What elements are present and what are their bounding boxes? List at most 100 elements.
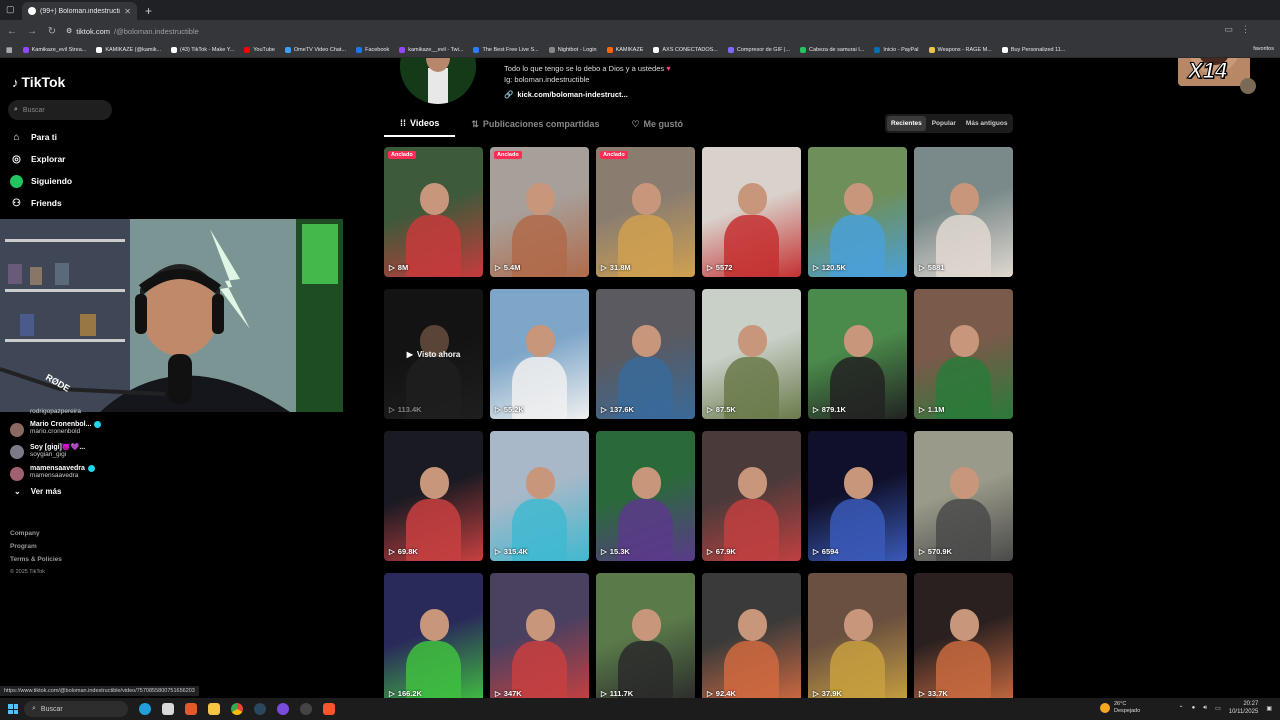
sidebar-item-siguiendo[interactable]: Siguiendo (10, 170, 72, 192)
bookmark-item[interactable]: Buy Personalized 11... (1001, 46, 1065, 53)
edge-icon[interactable] (139, 703, 151, 715)
search-placeholder: Buscar (22, 106, 45, 114)
office-icon[interactable] (185, 703, 197, 715)
video-card[interactable]: ▷ 37.9K (808, 573, 907, 698)
video-card[interactable]: Anclado ▷ 8M (384, 147, 483, 277)
apps-grid-icon[interactable]: ▦ (6, 46, 13, 54)
brave-icon[interactable] (323, 703, 335, 715)
mic-icon[interactable]: ● (1192, 705, 1196, 711)
chrome-icon[interactable] (231, 703, 243, 715)
back-icon[interactable]: ← (6, 26, 18, 37)
thumbnail-person-shape (843, 183, 874, 215)
footer-link-program[interactable]: Program (10, 543, 62, 550)
video-card[interactable]: ▷ 69.8K (384, 431, 483, 561)
bookmark-item[interactable]: Weapons - RAGE M... (928, 46, 992, 53)
browser-tab[interactable]: (99+) Boloman.indestructible (@ ✕ (22, 2, 137, 20)
forward-icon[interactable]: → (26, 26, 38, 37)
folder-icon[interactable] (208, 703, 220, 715)
video-card[interactable]: ▷ 6594 (808, 431, 907, 561)
volume-icon[interactable]: 🔊︎ (1203, 705, 1207, 712)
search-input[interactable]: ⌕ Buscar (8, 100, 112, 120)
bookmark-item[interactable]: KAMIKAZE (606, 46, 643, 53)
video-card[interactable]: ▷ 67.9K (702, 431, 801, 561)
footer-link-terms[interactable]: Terms & Policies (10, 556, 62, 563)
bookmark-item[interactable]: Inicio - PayPal (874, 46, 919, 53)
taskbar-search-input[interactable]: ⌕ Buscar (24, 701, 128, 717)
video-card[interactable]: Anclado ▷ 5.4M (490, 147, 589, 277)
bookmark-item[interactable]: Nightbot - Login (548, 46, 597, 53)
video-card[interactable]: ▷ 87.5K (702, 289, 801, 419)
account-name: mamensaavedra (30, 465, 85, 472)
reload-icon[interactable]: ↻ (46, 26, 58, 37)
tab-liked[interactable]: ♡ Me gustó (615, 114, 699, 137)
bookmark-item[interactable]: OmeTV Video Chat... (284, 46, 346, 53)
tab-list-icon[interactable]: ▢ (6, 4, 15, 15)
sort-popular-button[interactable]: Popular (928, 116, 960, 131)
bookmark-item[interactable]: kamikaze__evil - Twi... (399, 46, 463, 53)
account-username: mamensaavedra (30, 472, 79, 479)
bookmark-item[interactable]: Compresor de GIF |... (727, 46, 790, 53)
profile-link[interactable]: 🔗 kick.com/boloman-indestruct... (504, 90, 628, 99)
menu-dots-icon[interactable]: ⋮ (1241, 24, 1250, 35)
tab-videos[interactable]: ⁞⁞ Videos (384, 114, 456, 137)
network-icon[interactable]: ▭ (1215, 705, 1221, 712)
new-tab-button[interactable]: + (145, 2, 152, 20)
video-card[interactable]: ▷ 55.2K (490, 289, 589, 419)
video-card[interactable]: ▷ 166.2K (384, 573, 483, 698)
video-card[interactable]: ▷ 137.6K (596, 289, 695, 419)
bookmark-item[interactable]: (43) TikTok - Make Y... (171, 46, 234, 53)
tiktok-logo[interactable]: ♪ TikTok (12, 74, 65, 90)
windows-start-icon[interactable] (8, 704, 18, 714)
video-card[interactable]: ▷ 879.1K (808, 289, 907, 419)
following-account[interactable]: mamensaavedra mamensaavedra (10, 465, 101, 481)
cast-icon[interactable]: ▭ (1224, 24, 1233, 35)
sort-recent-button[interactable]: Recientes (887, 116, 926, 131)
video-card[interactable]: ▶ Visto ahora ▷ 113.4K (384, 289, 483, 419)
clock[interactable]: 20:27 10/11/2025 (1229, 700, 1259, 716)
app-icon[interactable] (300, 703, 312, 715)
chevron-up-icon[interactable]: ⌃ (1179, 705, 1184, 712)
weather-widget[interactable]: 26°C Despejado (1100, 701, 1140, 715)
bookmark-favicon-icon (548, 46, 555, 53)
video-card[interactable]: ▷ 111.7K (596, 573, 695, 698)
bookmark-item[interactable]: Facebook (356, 46, 389, 53)
view-count: ▷ 1.1M (919, 405, 944, 414)
steam-icon[interactable] (254, 703, 266, 715)
see-more-button[interactable]: ⌄ Ver más (14, 487, 101, 496)
video-card[interactable]: ▷ 347K (490, 573, 589, 698)
video-card[interactable]: ▷ 5881 (914, 147, 1013, 277)
footer-link-company[interactable]: Company (10, 530, 62, 537)
notifications-icon[interactable]: ▣ (1266, 705, 1272, 712)
video-card[interactable]: ▷ 33.7K (914, 573, 1013, 698)
video-card[interactable]: ▷ 120.5K (808, 147, 907, 277)
tab-reposts[interactable]: ⇅ Publicaciones compartidas (455, 114, 615, 137)
following-account[interactable]: Soy [gigi]😈💜... soygian_gigi (10, 443, 101, 459)
bookmarks-folder[interactable]: favoritos (1253, 46, 1274, 52)
bookmark-item[interactable]: Kamikaze_evil Strea... (22, 46, 86, 53)
obs-icon[interactable] (277, 703, 289, 715)
bookmark-item[interactable]: KAMIKAZE (@kamik... (96, 46, 161, 53)
sidebar-item-explorar[interactable]: ◎ Explorar (10, 148, 72, 170)
play-icon: ▷ (389, 263, 395, 272)
video-card[interactable]: ▷ 315.4K (490, 431, 589, 561)
bookmark-item[interactable]: YouTube (244, 46, 275, 53)
url-field[interactable]: ⚙ tiktok.com/@boloman.indestructible (66, 27, 199, 36)
bookmark-item[interactable]: Cabeza de samurai I... (800, 46, 864, 53)
following-account[interactable]: Mario Cronenbol... mario.cronenbold (10, 421, 102, 437)
profile-avatar[interactable] (400, 58, 476, 104)
close-tab-icon[interactable]: ✕ (124, 7, 131, 16)
video-card[interactable]: ▷ 570.9K (914, 431, 1013, 561)
file-explorer-icon[interactable] (162, 703, 174, 715)
video-card[interactable]: ▷ 1.1M (914, 289, 1013, 419)
bookmark-item[interactable]: AXS CONECTADOS... (653, 46, 718, 53)
video-card[interactable]: Anclado ▷ 31.8M (596, 147, 695, 277)
sort-oldest-button[interactable]: Más antiguos (962, 116, 1012, 131)
user-avatar[interactable] (1240, 78, 1256, 94)
sidebar-item-friends[interactable]: ⚇ Friends (10, 192, 72, 214)
video-card[interactable]: ▷ 5572 (702, 147, 801, 277)
video-card[interactable]: ▷ 15.3K (596, 431, 695, 561)
bookmark-item[interactable]: The Best Free Live S... (473, 46, 539, 53)
site-info-icon[interactable]: ⚙ (66, 27, 72, 35)
video-card[interactable]: ▷ 92.4K (702, 573, 801, 698)
sidebar-item-para-ti[interactable]: ⌂ Para ti (10, 126, 72, 148)
